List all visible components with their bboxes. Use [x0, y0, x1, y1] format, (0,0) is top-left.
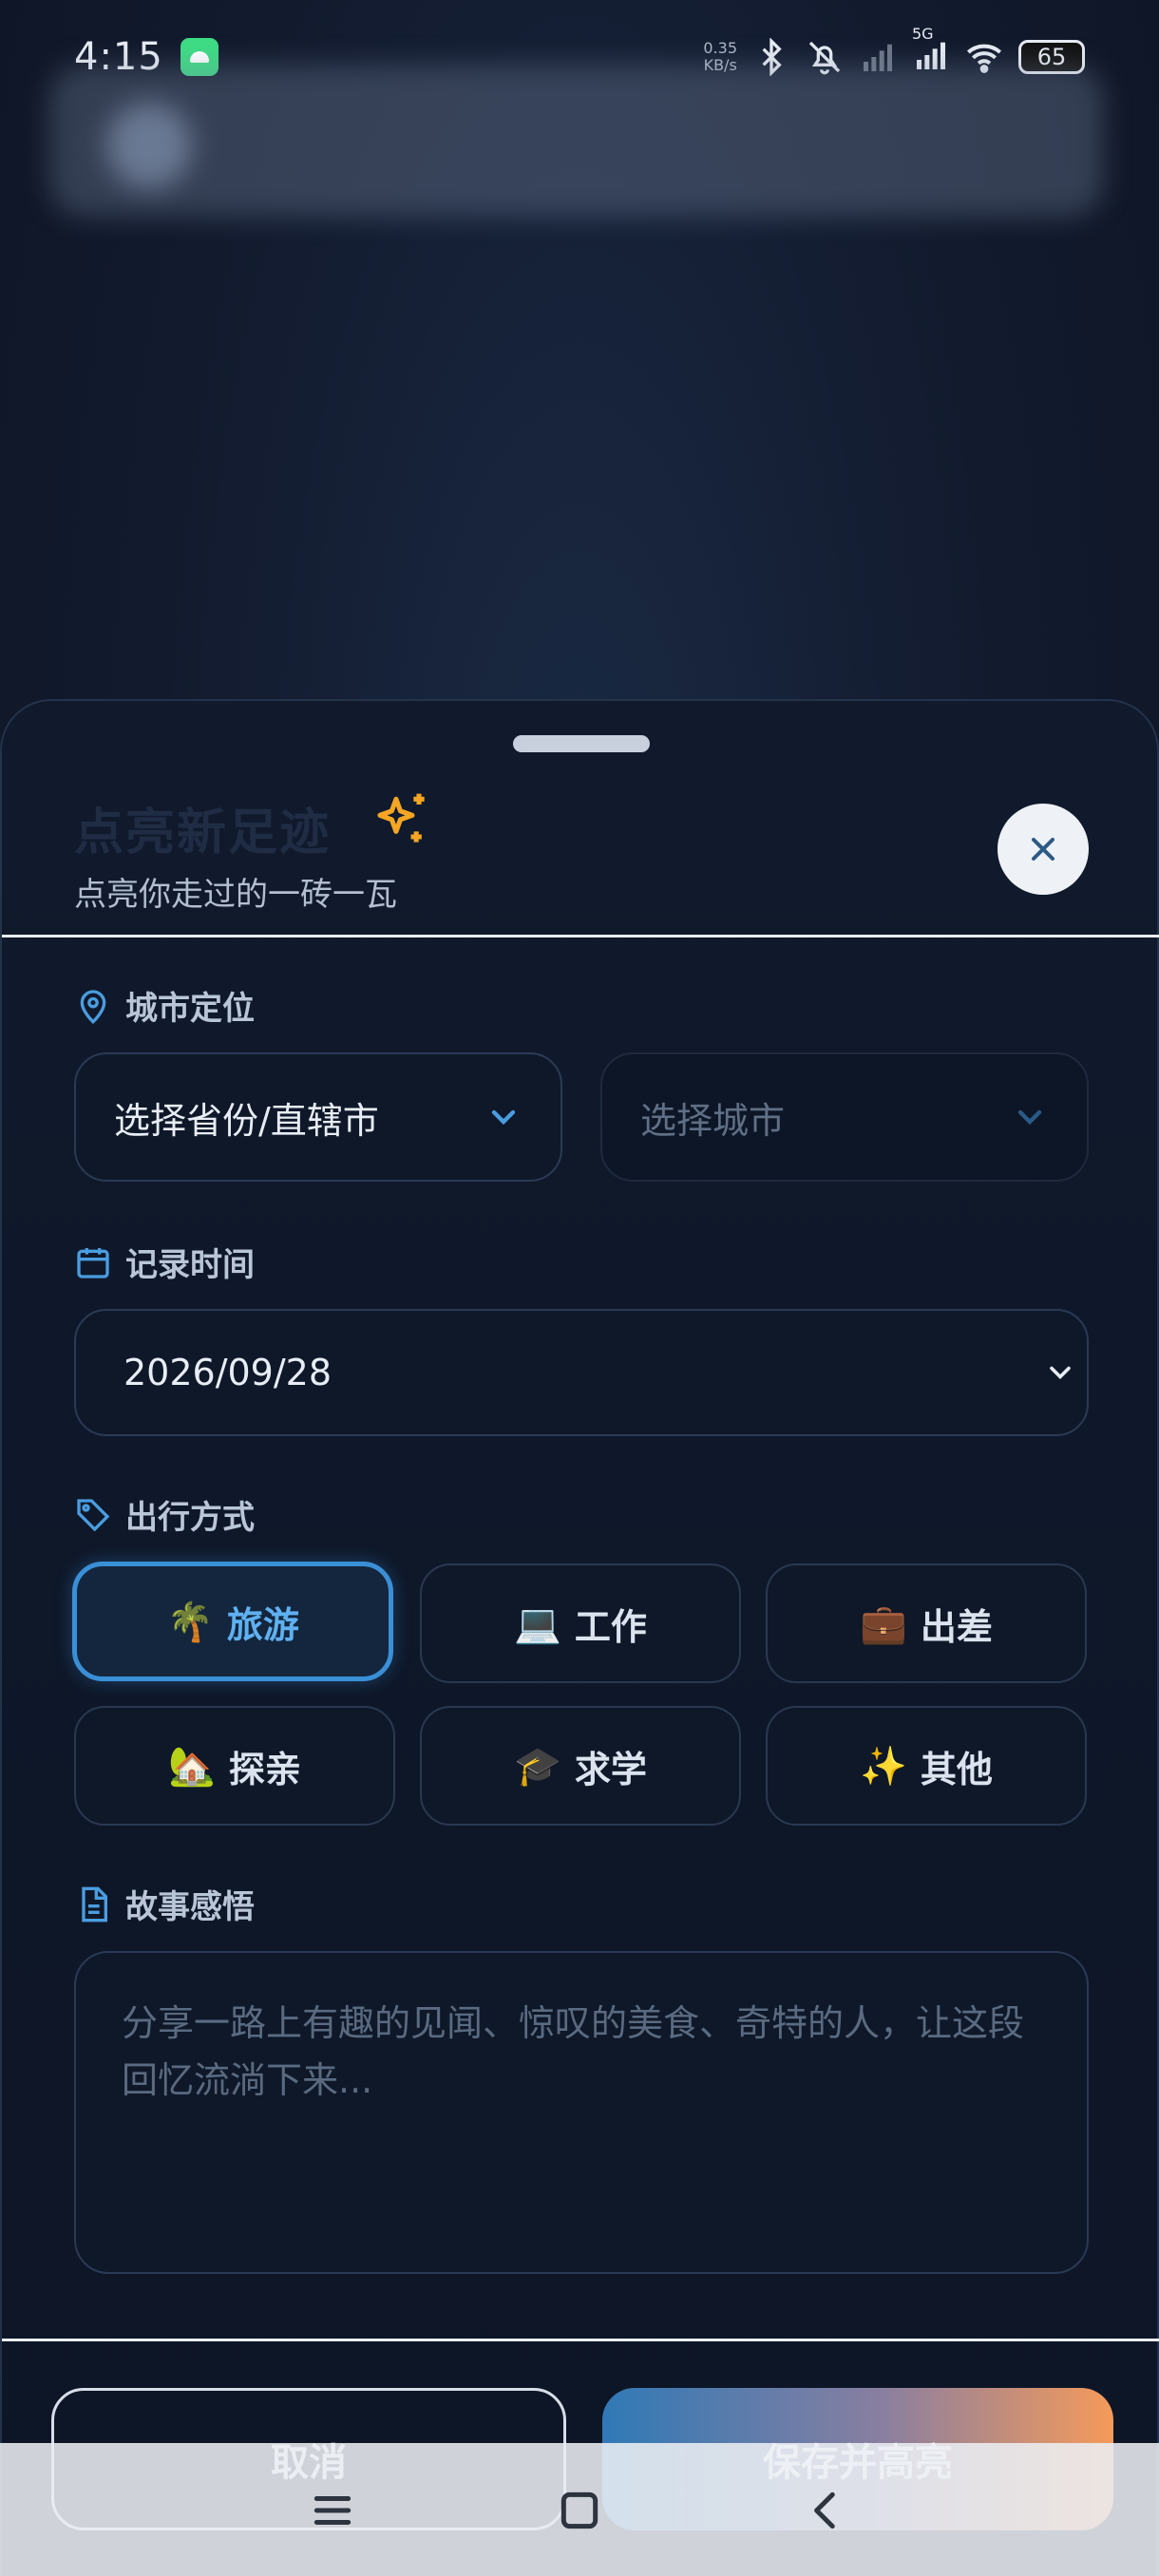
mode-other-button[interactable]: ✨ 其他 — [766, 1706, 1087, 1826]
home-icon[interactable] — [556, 2487, 603, 2534]
mode-label: 出差 — [920, 1605, 993, 1648]
mode-travel-button[interactable]: 🌴 旅游 — [72, 1562, 393, 1681]
time-section-label: 记录时间 — [74, 1239, 255, 1285]
calendar-icon — [77, 1247, 109, 1279]
sparkles-icon: ✨ — [860, 1744, 907, 1789]
palm-tree-icon: 🌴 — [166, 1600, 214, 1644]
back-icon[interactable] — [803, 2487, 850, 2534]
date-picker[interactable]: 2026/09/28 — [74, 1309, 1089, 1436]
network-type: 5G — [912, 25, 934, 43]
time-label-text: 记录时间 — [125, 1246, 255, 1284]
mode-label: 求学 — [574, 1748, 647, 1790]
tag-icon — [77, 1498, 110, 1531]
header-divider — [2, 935, 1159, 938]
mode-visit-family-button[interactable]: 🏡 探亲 — [74, 1706, 395, 1826]
city-select[interactable]: 选择城市 — [600, 1052, 1089, 1182]
footer-divider — [2, 2339, 1159, 2341]
mode-label-text: 出行方式 — [125, 1499, 255, 1537]
chevron-down-icon — [491, 1109, 516, 1126]
mode-section-label: 出行方式 — [74, 1491, 255, 1538]
location-section-label: 城市定位 — [74, 982, 255, 1029]
drag-handle[interactable] — [513, 735, 650, 752]
sheet-subtitle: 点亮你走过的一砖一瓦 — [74, 876, 397, 914]
menu-icon[interactable] — [309, 2487, 356, 2534]
sheet-title: 点亮新足迹 — [74, 805, 332, 862]
date-value: 2026/09/28 — [124, 1352, 332, 1393]
add-footprint-sheet: 点亮新足迹 点亮你走过的一砖一瓦 城市定位 选择省份/直辖市 选择城市 记录时间… — [0, 699, 1159, 2576]
graduation-cap-icon: 🎓 — [514, 1744, 561, 1789]
location-label-text: 城市定位 — [125, 990, 255, 1028]
chevron-down-icon — [1050, 1366, 1071, 1380]
map-pin-icon — [80, 989, 106, 1024]
chevron-down-icon — [1017, 1109, 1042, 1126]
city-select-value: 选择城市 — [640, 1099, 786, 1142]
mode-label: 旅游 — [226, 1603, 299, 1646]
mode-work-button[interactable]: 💻 工作 — [420, 1563, 741, 1683]
mode-study-button[interactable]: 🎓 求学 — [420, 1706, 741, 1826]
document-icon — [82, 1886, 107, 1922]
close-icon — [1032, 838, 1054, 861]
story-placeholder: 分享一路上有趣的见闻、惊叹的美食、奇特的人，让这段回忆流淌下来... — [122, 2002, 1025, 2101]
house-icon: 🏡 — [168, 1744, 216, 1789]
system-navigation-bar — [0, 2443, 1159, 2576]
province-select-value: 选择省份/直辖市 — [114, 1099, 379, 1142]
story-textarea[interactable]: 分享一路上有趣的见闻、惊叹的美食、奇特的人，让这段回忆流淌下来... — [74, 1951, 1089, 2274]
mode-label: 其他 — [920, 1748, 993, 1790]
network-speed-value: 0.35 — [703, 39, 737, 57]
mode-label: 工作 — [574, 1605, 647, 1648]
laptop-icon: 💻 — [514, 1601, 561, 1646]
briefcase-icon: 💼 — [860, 1601, 907, 1646]
province-select[interactable]: 选择省份/直辖市 — [74, 1052, 562, 1182]
mode-label: 探亲 — [228, 1748, 301, 1790]
story-section-label: 故事感悟 — [74, 1881, 255, 1927]
blurred-notification — [49, 65, 1104, 217]
mode-business-trip-button[interactable]: 💼 出差 — [766, 1563, 1087, 1683]
story-label-text: 故事感悟 — [125, 1888, 255, 1926]
close-button[interactable] — [998, 804, 1089, 895]
sparkle-icon — [377, 793, 425, 843]
